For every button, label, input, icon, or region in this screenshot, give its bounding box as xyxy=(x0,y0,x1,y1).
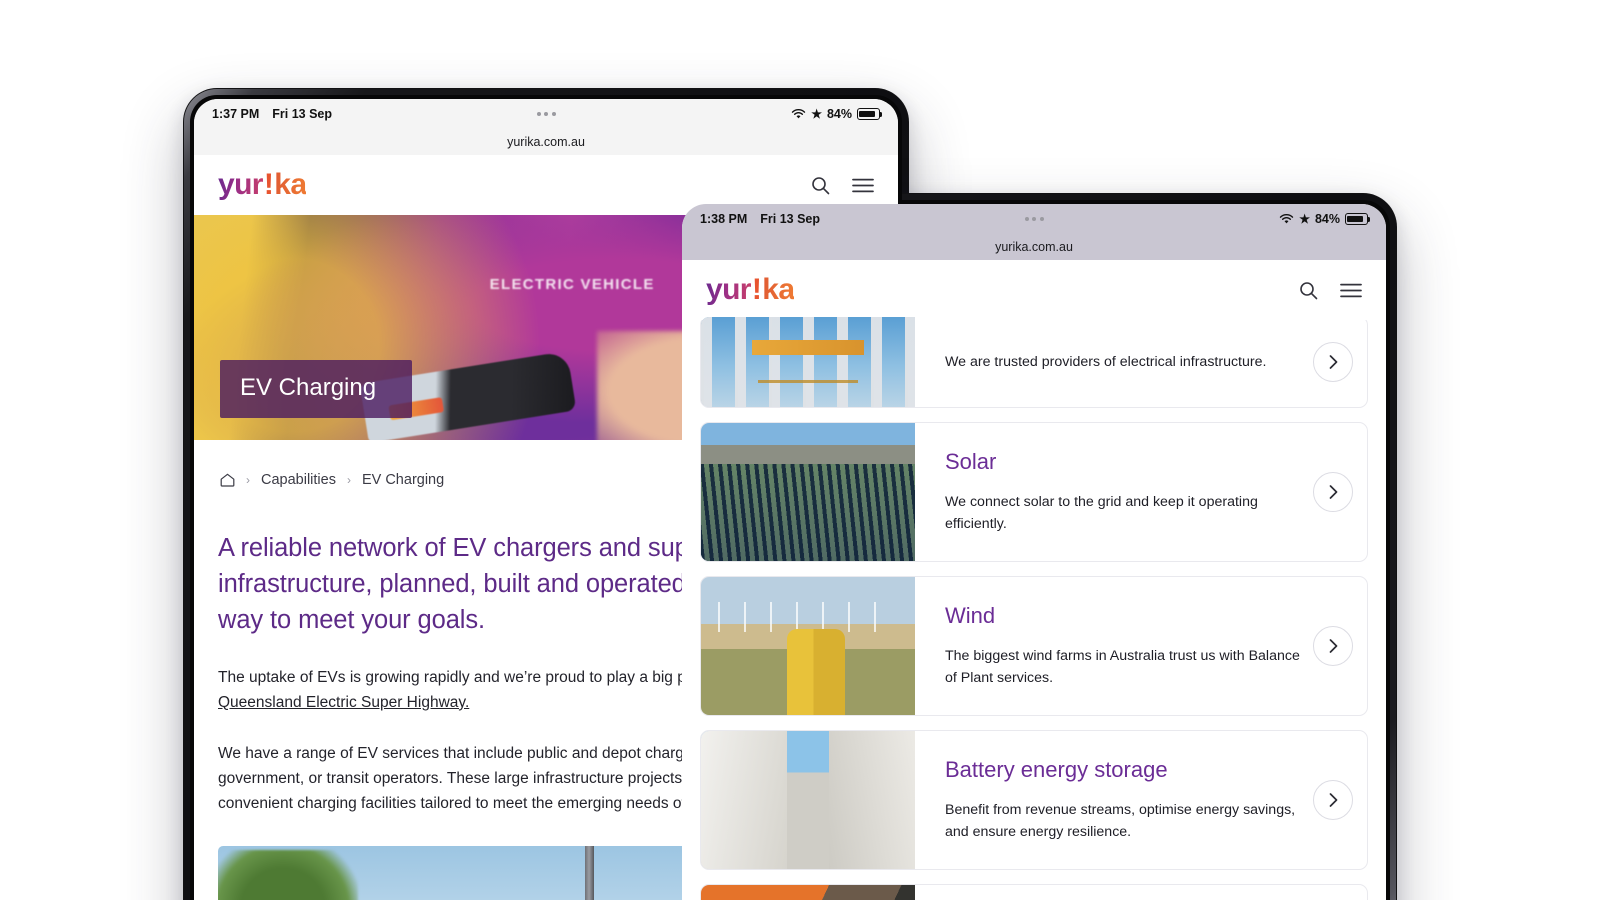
status-time: 1:38 PM xyxy=(700,212,748,226)
star-icon: ★ xyxy=(1299,212,1310,226)
tablet-screen-right: 1:38 PM Fri 13 Sep ★ 84% yurika.com.au y… xyxy=(682,204,1386,900)
card-description: We connect solar to the grid and keep it… xyxy=(945,493,1258,532)
card-image-wind xyxy=(701,577,915,715)
card-chevron-button[interactable] xyxy=(1313,626,1353,666)
card-description: We are trusted providers of electrical i… xyxy=(945,353,1267,370)
card-title: Solar xyxy=(945,448,997,474)
pole-graphic xyxy=(585,846,595,900)
capability-card-list: We are trusted providers of electrical i… xyxy=(682,316,1386,900)
queensland-super-highway-link[interactable]: Queensland Electric Super Highway. xyxy=(218,694,469,711)
card-description: The biggest wind farms in Australia trus… xyxy=(945,647,1300,686)
capability-card[interactable]: Solar We connect solar to the grid and k… xyxy=(700,422,1368,562)
hamburger-menu-icon[interactable] xyxy=(1340,283,1362,298)
url-text: yurika.com.au xyxy=(995,240,1073,254)
chevron-right-icon xyxy=(1329,485,1337,499)
battery-percent: 84% xyxy=(826,107,852,121)
capability-card[interactable]: We are trusted providers of electrical i… xyxy=(700,316,1368,408)
url-text: yurika.com.au xyxy=(507,135,585,149)
breadcrumb-separator-2: › xyxy=(346,473,351,487)
star-icon: ★ xyxy=(811,107,822,121)
logo-text-part1: yur xyxy=(218,168,263,201)
card-image-metering xyxy=(701,885,915,900)
status-bar-right: 1:38 PM Fri 13 Sep ★ 84% xyxy=(682,204,1386,234)
card-chevron-button[interactable] xyxy=(1313,472,1353,512)
status-bar-left: 1:37 PM Fri 13 Sep ★ 84% xyxy=(194,99,898,129)
card-chevron-button[interactable] xyxy=(1313,342,1353,382)
breadcrumb-separator: › xyxy=(246,473,250,487)
card-image-solar xyxy=(701,423,915,561)
yurika-logo[interactable]: yur! ka xyxy=(218,168,307,201)
search-icon[interactable] xyxy=(811,176,830,195)
home-icon[interactable] xyxy=(220,473,235,487)
logo-exclamation-icon: ! xyxy=(263,168,274,201)
capability-card[interactable]: Metering xyxy=(700,884,1368,900)
card-title: Battery energy storage xyxy=(945,756,1168,782)
logo-text-part2: ka xyxy=(274,168,307,201)
chevron-right-icon xyxy=(1329,639,1337,653)
hero-sign-text: ELECTRIC VEHICLE xyxy=(489,275,655,293)
battery-icon xyxy=(857,108,883,120)
hero-title: EV Charging xyxy=(220,360,413,418)
wifi-icon xyxy=(1280,213,1294,224)
wifi-icon xyxy=(792,108,806,119)
yurika-logo[interactable]: yur! ka xyxy=(706,273,795,306)
breadcrumb-item-current[interactable]: EV Charging xyxy=(362,472,444,488)
chevron-right-icon xyxy=(1329,355,1337,369)
logo-exclamation-icon: ! xyxy=(751,273,762,306)
tree-left-graphic xyxy=(218,850,358,900)
hamburger-menu-icon[interactable] xyxy=(852,178,874,193)
status-date: Fri 13 Sep xyxy=(272,107,332,121)
url-bar-left[interactable]: yurika.com.au xyxy=(194,129,898,155)
status-date: Fri 13 Sep xyxy=(760,212,820,226)
capability-card[interactable]: Battery energy storage Benefit from reve… xyxy=(700,730,1368,870)
chevron-right-icon xyxy=(1329,793,1337,807)
card-description: Benefit from revenue streams, optimise e… xyxy=(945,801,1296,840)
card-image-electrical-infrastructure xyxy=(701,317,915,407)
url-bar-right[interactable]: yurika.com.au xyxy=(682,234,1386,260)
battery-percent: 84% xyxy=(1314,212,1340,226)
card-image-battery-storage xyxy=(701,731,915,869)
breadcrumb-item-capabilities[interactable]: Capabilities xyxy=(261,472,336,488)
logo-text-part2: ka xyxy=(762,273,795,306)
card-chevron-button[interactable] xyxy=(1313,780,1353,820)
battery-icon xyxy=(1345,213,1371,225)
status-time: 1:37 PM xyxy=(212,107,260,121)
capability-card[interactable]: Wind The biggest wind farms in Australia… xyxy=(700,576,1368,716)
logo-text-part1: yur xyxy=(706,273,751,306)
card-title: Wind xyxy=(945,602,996,628)
site-header-right: yur! ka xyxy=(682,260,1386,320)
search-icon[interactable] xyxy=(1299,281,1318,300)
tablet-device-right: 1:38 PM Fri 13 Sep ★ 84% yurika.com.au y… xyxy=(671,193,1397,900)
